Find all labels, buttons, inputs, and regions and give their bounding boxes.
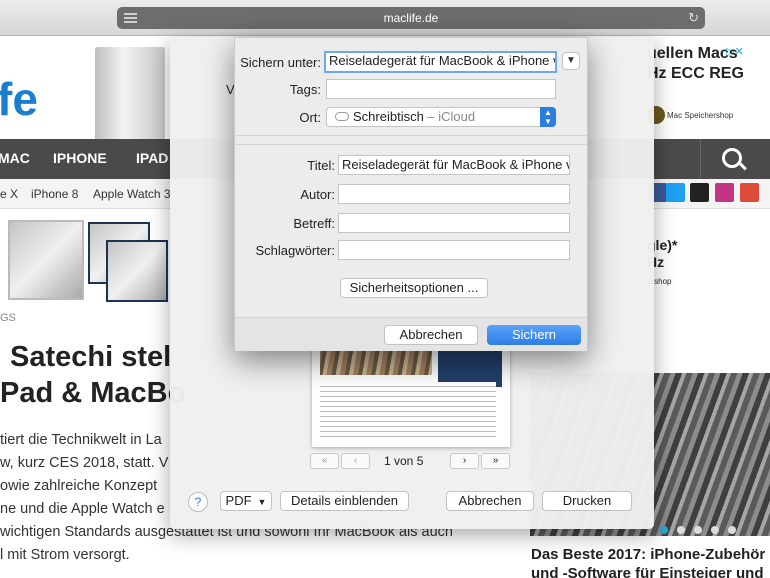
mac-pro-side-image	[8, 220, 84, 300]
print-preview-page	[312, 337, 510, 447]
ad-line-2: Hz ECC REG	[647, 65, 744, 82]
last-page-button[interactable]: »	[481, 453, 510, 469]
headline-line-1: Satechi stel	[10, 341, 172, 373]
location-name: Schreibtisch	[353, 109, 424, 124]
location-popup[interactable]: Schreibtisch – iCloud ▲ ▼	[326, 107, 556, 127]
author-label: Autor:	[300, 187, 335, 202]
pdf-label: PDF	[225, 493, 252, 508]
save-as-field[interactable]: Reiseladegerät für MacBook & iPhone vo	[324, 51, 557, 73]
location-label: Ort:	[299, 110, 321, 125]
page-count: 1 von 5	[384, 454, 424, 468]
print-cancel-button[interactable]: Abbrechen	[446, 491, 534, 511]
show-details-button[interactable]: Details einblenden	[280, 491, 409, 511]
reload-icon[interactable]: ↻	[688, 7, 699, 29]
chevron-down-icon: ▼	[566, 55, 576, 66]
article-line: l mit Strom versorgt.	[0, 547, 130, 563]
title-label: Titel:	[307, 158, 335, 173]
side-headline-line-1: Das Beste 2017: iPhone-Zubehör	[531, 546, 766, 563]
ad-shop-name: Mac Speichershop	[667, 111, 734, 120]
divider	[235, 144, 587, 145]
dialog-footer: Abbrechen Sichern	[235, 317, 587, 351]
carousel-dot[interactable]	[728, 526, 736, 534]
mac-pro-image	[95, 47, 165, 142]
sidebar-icon[interactable]	[124, 13, 137, 23]
subnav-item-apple-watch[interactable]: Apple Watch 3	[93, 187, 171, 201]
title-field[interactable]: Reiseladegerät für MacBook & iPhone vo	[338, 155, 570, 175]
cancel-button[interactable]: Abbrechen	[384, 325, 478, 345]
url-text: maclife.de	[383, 11, 439, 25]
popup-stepper-icon: ▲ ▼	[540, 107, 556, 127]
help-button[interactable]: ?	[188, 492, 208, 512]
carousel-dots[interactable]	[660, 522, 745, 537]
first-page-button[interactable]: «	[310, 453, 339, 469]
keywords-field[interactable]	[338, 240, 570, 260]
youtube-icon[interactable]	[690, 183, 709, 202]
tags-label: GS	[0, 312, 16, 324]
nav-item-ipad[interactable]: IPAD	[136, 150, 168, 166]
expand-dialog-button[interactable]: ▼	[562, 52, 580, 70]
save-button[interactable]: Sichern	[487, 325, 581, 345]
headline-line-2: Pad & MacBo	[0, 377, 186, 409]
site-logo[interactable]: fe	[0, 72, 38, 126]
cloud-icon	[335, 112, 349, 121]
cpu-image-2	[106, 240, 168, 302]
location-suffix: – iCloud	[423, 109, 476, 124]
divider	[235, 135, 587, 136]
keywords-label: Schlagwörter:	[255, 243, 335, 258]
next-page-button[interactable]: ›	[450, 453, 479, 469]
nav-item-mac[interactable]: MAC	[0, 150, 30, 166]
subnav-item-iphone-8[interactable]: iPhone 8	[31, 187, 78, 201]
subject-field[interactable]	[338, 213, 570, 233]
chevron-down-icon: ▼	[257, 497, 267, 507]
carousel-dot[interactable]	[694, 526, 702, 534]
print-button[interactable]: Drucken	[542, 491, 632, 511]
subnav-item-iphone-x[interactable]: e X	[0, 187, 18, 201]
page-navigator: « ‹ 1 von 5 › »	[310, 453, 510, 469]
author-field[interactable]	[338, 184, 570, 204]
security-options-button[interactable]: Sicherheitsoptionen ...	[340, 278, 488, 298]
twitter-icon[interactable]	[666, 183, 685, 202]
top-right-ad[interactable]: uellen Macs Hz ECC REG Mac Speichershop …	[647, 45, 770, 135]
article-headline[interactable]: Satechi stel Pad & MacBo	[0, 339, 185, 411]
search-icon[interactable]	[722, 148, 742, 168]
save-pdf-dialog: Sichern unter: Reiseladegerät für MacBoo…	[234, 37, 588, 351]
address-bar[interactable]: maclife.de ↻	[117, 7, 705, 29]
google-plus-icon[interactable]	[740, 183, 759, 202]
previous-page-button[interactable]: ‹	[341, 453, 370, 469]
save-as-label: Sichern unter:	[240, 55, 321, 70]
instagram-icon[interactable]	[715, 183, 734, 202]
preview-text	[320, 382, 496, 437]
nav-divider	[700, 139, 701, 179]
ad-line-1: uellen Macs	[647, 45, 738, 62]
side-article-headline[interactable]: Das Beste 2017: iPhone-Zubehör und -Soft…	[531, 545, 765, 578]
nav-item-iphone[interactable]: IPHONE	[53, 150, 107, 166]
pdf-menu-button[interactable]: PDF ▼	[220, 491, 272, 511]
carousel-dot[interactable]	[711, 526, 719, 534]
subject-label: Betreff:	[293, 216, 335, 231]
tags-field[interactable]	[326, 79, 556, 99]
browser-toolbar: maclife.de ↻	[0, 0, 770, 36]
side-headline-line-2: und -Software für Einsteiger und	[531, 565, 764, 578]
ad-choices-icon[interactable]: ▷✕	[726, 45, 744, 58]
carousel-dot[interactable]	[660, 526, 668, 534]
tags-label: Tags:	[289, 82, 321, 97]
carousel-dot[interactable]	[677, 526, 685, 534]
